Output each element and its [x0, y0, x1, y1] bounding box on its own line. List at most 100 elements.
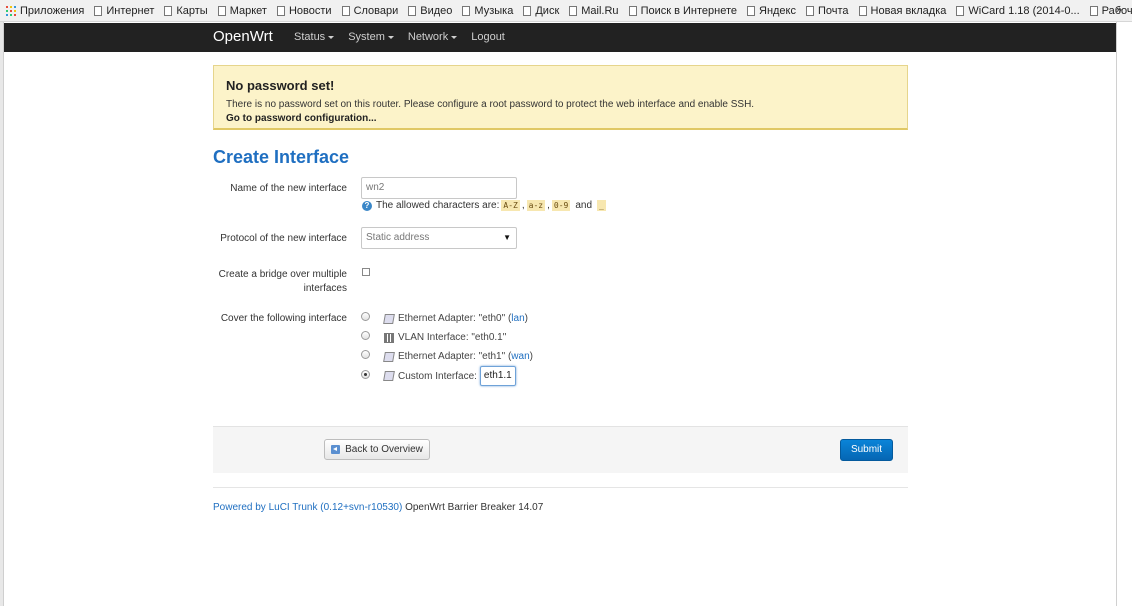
nav-logout[interactable]: Logout — [471, 31, 505, 43]
interface-label: VLAN Interface: "eth0.1" — [398, 332, 507, 343]
bookmark-label: Mail.Ru — [581, 4, 619, 17]
page-icon — [569, 5, 578, 16]
button-label: Back to Overview — [345, 444, 423, 455]
bookmark-item[interactable]: Рабочие конфиги д... — [1089, 5, 1132, 17]
bookmark-item[interactable]: WiCard 1.18 (2014-0... — [956, 4, 1080, 17]
back-to-overview-button[interactable]: Back to Overview — [324, 439, 430, 460]
bookmark-label: Новости — [288, 4, 332, 17]
page-icon — [164, 5, 173, 16]
apps-icon — [6, 5, 16, 16]
bookmark-apps[interactable]: Приложения — [6, 5, 84, 17]
bookmark-label: Словари — [353, 4, 399, 17]
hint-text: and — [575, 200, 593, 211]
nav-label: Status — [294, 31, 326, 43]
page-icon — [628, 5, 637, 16]
bookmark-item[interactable]: Словари — [341, 4, 399, 17]
nav-system-dropdown[interactable]: System — [348, 31, 394, 43]
bookmark-label: Новая вкладка — [870, 4, 947, 17]
nav-status-dropdown[interactable]: Status — [294, 31, 335, 43]
bookmark-item[interactable]: Mail.Ru — [569, 4, 619, 17]
bookmark-label: WiCard 1.18 (2014-0... — [968, 4, 1080, 17]
ethernet-icon — [383, 313, 395, 324]
interface-option-eth0-1: VLAN Interface: "eth0.1" — [384, 332, 506, 343]
bookmark-item[interactable]: Видео — [408, 5, 452, 17]
interface-label: Ethernet Adapter: "eth1" — [398, 351, 506, 362]
interface-label: Custom Interface: — [398, 370, 477, 382]
alert-title: No password set! — [226, 78, 335, 93]
interface-radio-eth1[interactable] — [361, 350, 370, 359]
protocol-select[interactable]: Static address ▼ — [361, 227, 517, 249]
interface-option-eth0: Ethernet Adapter: "eth0" (lan) — [383, 313, 528, 324]
page-icon — [956, 5, 965, 16]
back-arrow-icon — [331, 445, 341, 454]
hint-code: A-Z — [501, 200, 520, 211]
nav-label: System — [348, 31, 385, 43]
network-link-lan[interactable]: lan — [511, 313, 524, 324]
bookmark-item[interactable]: Яндекс — [747, 5, 796, 17]
submit-button[interactable]: Submit — [840, 439, 893, 461]
dropdown-arrow-icon: ▼ — [503, 233, 511, 242]
hint-text: The allowed characters are: — [376, 200, 500, 211]
footer: Powered by LuCI Trunk (0.12+svn-r10530) … — [213, 502, 543, 513]
page-icon — [1089, 5, 1098, 16]
custom-interface-input[interactable]: eth1.1 — [479, 366, 516, 386]
luci-link[interactable]: Powered by LuCI Trunk (0.12+svn-r10530) — [213, 502, 402, 513]
nav-network-dropdown[interactable]: Network — [408, 31, 458, 43]
bookmark-item[interactable]: Поиск в Интернете — [628, 4, 737, 17]
page-icon — [806, 5, 814, 16]
page-icon — [341, 5, 350, 16]
window-frame-left — [0, 22, 4, 606]
bookmarks-bar: Приложения Интернет Карты Маркет Новости… — [0, 0, 1132, 22]
no-password-alert: No password set! There is no password se… — [213, 65, 908, 130]
bookmark-label: Интернет — [106, 4, 155, 17]
bookmark-item[interactable]: Новая вкладка — [858, 4, 947, 17]
page-icon — [94, 5, 103, 16]
bridge-label: Create a bridge over multiple interfaces — [218, 269, 347, 294]
protocol-label: Protocol of the new interface — [220, 233, 347, 244]
interface-radio-eth0[interactable] — [361, 312, 370, 321]
scrollbar[interactable] — [1116, 22, 1132, 606]
bookmarks-overflow-button[interactable]: » — [1116, 4, 1122, 16]
page-title: Create Interface — [213, 147, 350, 167]
bridge-checkbox[interactable] — [362, 268, 370, 276]
password-config-link[interactable]: Go to password configuration... — [226, 113, 377, 124]
network-link-wan[interactable]: wan — [511, 351, 529, 362]
bookmark-label: Почта — [818, 4, 849, 17]
page-icon — [747, 5, 755, 16]
bookmark-label: Диск — [535, 4, 560, 17]
ethernet-icon — [383, 351, 395, 362]
interface-label: Ethernet Adapter: "eth0" — [398, 313, 506, 324]
caret-down-icon — [387, 36, 394, 39]
bookmark-item[interactable]: Карты — [164, 4, 208, 17]
name-label: Name of the new interface — [230, 183, 347, 194]
interface-radio-custom[interactable] — [361, 370, 370, 379]
page-icon — [858, 5, 867, 16]
bookmark-item[interactable]: Маркет — [217, 4, 267, 17]
footer-divider — [213, 487, 908, 488]
hint-code: 0-9 — [551, 200, 571, 211]
page-icon — [462, 5, 471, 16]
footer-version: OpenWrt Barrier Breaker 14.07 — [405, 502, 544, 513]
interface-name-input[interactable]: wn2 — [361, 177, 517, 199]
vlan-icon — [384, 332, 394, 343]
bookmark-item[interactable]: Почта — [806, 5, 849, 17]
cover-label: Cover the following interface — [220, 313, 347, 324]
interface-radio-eth0-1[interactable] — [361, 331, 370, 340]
bookmark-label: Маркет — [229, 4, 267, 17]
bookmark-label: Видео — [420, 4, 453, 17]
nav-menu: Status System Network Logout — [294, 31, 519, 43]
protocol-selected-value: Static address — [366, 232, 430, 243]
bookmark-item[interactable]: Интернет — [94, 5, 154, 17]
allowed-chars-hint: ? The allowed characters are: A-Z, a-z, … — [362, 200, 608, 211]
bookmark-item[interactable]: Диск — [523, 5, 559, 17]
bookmark-label: Поиск в Интернете — [640, 4, 737, 17]
bookmark-label: Карты — [176, 4, 208, 17]
top-navbar: OpenWrt Status System Network Logout — [4, 23, 1116, 52]
ethernet-icon — [383, 371, 395, 381]
form-actions-bar: Back to Overview Submit — [213, 426, 908, 473]
brand-logo[interactable]: OpenWrt — [213, 28, 273, 45]
page-icon — [276, 5, 285, 16]
bookmark-label: Яндекс — [759, 4, 796, 17]
bookmark-item[interactable]: Музыка — [462, 5, 513, 17]
bookmark-item[interactable]: Новости — [276, 4, 332, 17]
